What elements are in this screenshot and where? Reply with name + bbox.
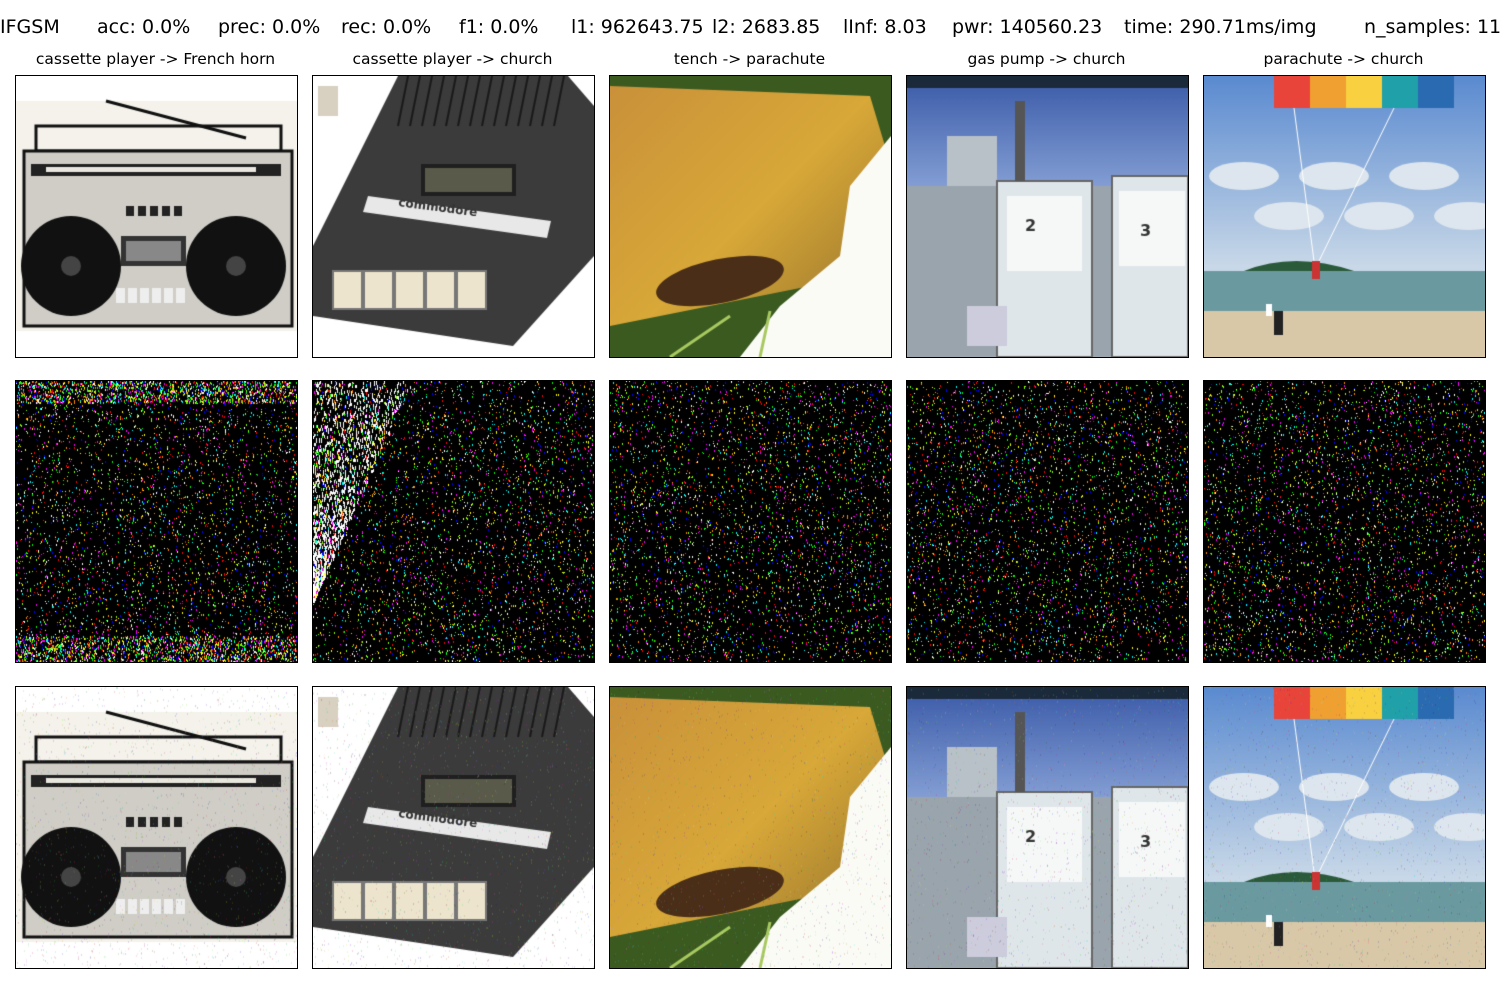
perturbation-noise [609,380,892,663]
original-image-cassette [312,75,595,358]
adversarial-image-gas-pump [906,686,1189,969]
precision-label: prec: 0.0% [218,16,321,38]
recall-label: rec: 0.0% [341,16,432,38]
original-image-gas-pump [906,75,1189,358]
accuracy-label: acc: 0.0% [97,16,191,38]
column-title: cassette player -> church [352,50,553,68]
power-label: pwr: 140560.23 [952,16,1103,38]
perturbation-noise [1203,380,1486,663]
original-image-tench [609,75,892,358]
metrics-bar: IFGSM acc: 0.0% prec: 0.0% rec: 0.0% f1:… [0,16,1500,42]
column-title: tench -> parachute [673,50,826,68]
l1-label: l1: 962643.75 [571,16,704,38]
n-samples-label: n_samples: 11 [1364,16,1500,38]
time-label: time: 290.71ms/img [1124,16,1317,38]
adversarial-image-cassette [312,686,595,969]
f1-label: f1: 0.0% [459,16,539,38]
column-title: parachute -> church [1263,50,1424,68]
perturbation-noise [312,380,595,663]
perturbation-noise [15,380,298,663]
original-image-parachute [1203,75,1486,358]
adversarial-image-boombox [15,686,298,969]
column-title: gas pump -> church [967,50,1126,68]
adversarial-image-parachute [1203,686,1486,969]
original-image-boombox [15,75,298,358]
linf-label: lInf: 8.03 [843,16,927,38]
l2-label: l2: 2683.85 [712,16,821,38]
adversarial-image-tench [609,686,892,969]
column-title: cassette player -> French horn [35,50,276,68]
method-label: IFGSM [0,16,60,38]
perturbation-noise [906,380,1189,663]
